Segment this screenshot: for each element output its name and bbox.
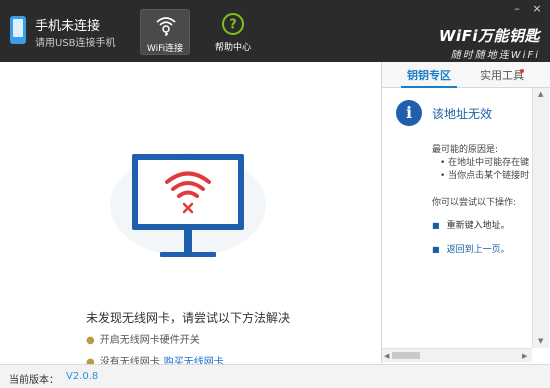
main-panel: 未发现无线网卡，请尝试以下方法解决 ● 开启无线网卡硬件开关 ● 没有无线网卡 购买无… [0, 62, 381, 368]
brand-logo: WiFi万能钥匙 随时随地连WiFi [439, 25, 540, 61]
reason-item: • 当你点击某个链接时 [440, 171, 530, 181]
scroll-thumb[interactable] [392, 352, 420, 359]
tip-text: 开启无线网卡硬件开关 [99, 335, 200, 346]
bullet-icon: ● [86, 335, 95, 346]
reason-item: • 在地址中可能存在键 [440, 158, 530, 168]
monitor-wifi-error-icon [110, 153, 266, 257]
scroll-left-icon[interactable]: ◀ [384, 352, 389, 360]
close-button[interactable]: × [528, 2, 546, 16]
scroll-down-icon[interactable]: ▼ [538, 337, 543, 345]
status-bar: 当前版本： V2.0.8 [0, 364, 550, 388]
title-bar: 手机未连接 请用USB连接手机 WiFi连接 ? 帮助中心 WiFi万能钥匙 随… [0, 0, 550, 62]
try-heading: 你可以尝试以下操作: [432, 198, 517, 208]
version-value: V2.0.8 [66, 371, 99, 382]
invalid-address-title: 该地址无效 [432, 107, 493, 121]
tab-key-zone[interactable]: 钥钥专区 [401, 67, 457, 88]
tab-wifi-label: WiFi连接 [146, 44, 184, 54]
brand-slogan: 随时随地连WiFi [450, 50, 540, 61]
go-back-link[interactable]: ■ 返回到上一页。 [432, 242, 510, 255]
horizontal-scrollbar[interactable]: ◀ ▶ [382, 348, 532, 362]
minimize-button[interactable]: – [508, 2, 526, 16]
tab-utilities[interactable]: 实用工具 [480, 67, 524, 83]
help-icon: ? [222, 13, 244, 35]
retype-address-item: ■ 重新键入地址。 [432, 221, 510, 231]
vertical-scrollbar[interactable]: ▲ ▼ [532, 88, 549, 348]
bullet-arrow-icon: ■ [432, 245, 440, 254]
tip-enable-switch: ● 开启无线网卡硬件开关 [86, 331, 200, 346]
phone-status-text[interactable]: 手机未连接 [35, 15, 100, 34]
tab-help-center[interactable]: ? 帮助中心 [208, 9, 258, 55]
phone-icon[interactable] [10, 16, 26, 44]
info-icon: i [396, 100, 422, 126]
svg-text:?: ? [229, 18, 237, 33]
notification-badge [520, 69, 524, 73]
scroll-right-icon[interactable]: ▶ [522, 352, 527, 360]
reasons-heading: 最可能的原因是: [432, 145, 499, 155]
wifi-key-icon [156, 17, 176, 36]
tab-help-label: 帮助中心 [214, 43, 251, 53]
bullet-arrow-icon: ■ [432, 221, 440, 230]
tab-wifi-connect[interactable]: WiFi连接 [140, 9, 190, 55]
side-panel: 钥钥专区 实用工具 i 该地址无效 最可能的原因是: • 在地址中可能存在键 •… [381, 62, 550, 364]
side-tab-bar: 钥钥专区 实用工具 [382, 62, 550, 88]
brand-name: WiFi万能钥匙 [438, 27, 540, 45]
version-label: 当前版本： [9, 375, 59, 386]
scroll-up-icon[interactable]: ▲ [538, 90, 543, 98]
no-wireless-card-title: 未发现无线网卡，请尝试以下方法解决 [86, 311, 291, 325]
phone-hint-text: 请用USB连接手机 [35, 38, 116, 49]
